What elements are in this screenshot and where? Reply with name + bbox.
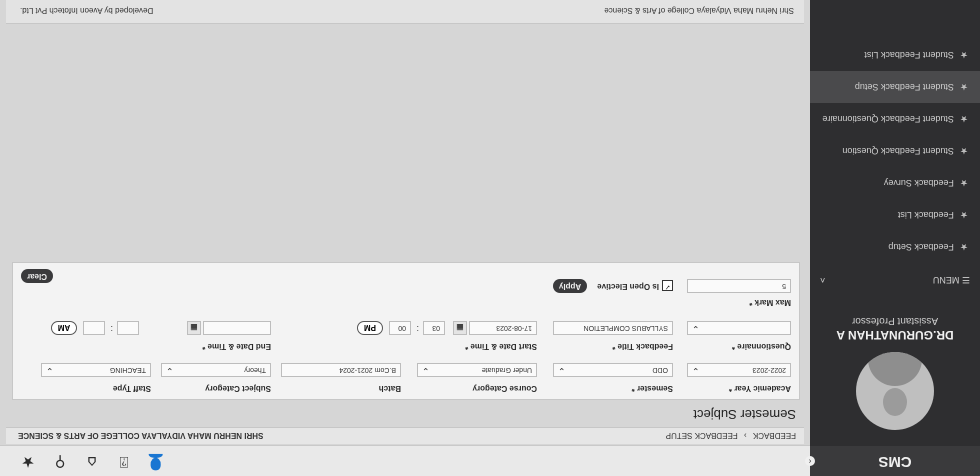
start-date-time-label: Start Date & Time *	[465, 342, 537, 351]
app-title: CMS	[810, 446, 980, 476]
sidebar-item-feedback-survey[interactable]: ★ Feedback Survey	[810, 167, 980, 199]
feedback-title-label: Feedback Title *	[612, 342, 673, 351]
sidebar-item-feedback-setup[interactable]: ★ Feedback Setup	[810, 231, 980, 263]
course-category-label: Course Category	[472, 384, 537, 393]
semester-label: Semester *	[631, 384, 673, 393]
breadcrumb-item[interactable]: FEEDBACK	[753, 431, 796, 440]
star-icon: ★	[959, 242, 968, 253]
staff-type-select[interactable]: TEACHING	[41, 363, 151, 377]
max-mark-input[interactable]: 5	[687, 279, 791, 293]
menu-header[interactable]: ☰ MENU ˄	[810, 271, 980, 289]
search-icon[interactable]: ⚲	[50, 452, 70, 472]
star-icon: ★	[959, 82, 968, 93]
questionnaire-select[interactable]	[687, 321, 791, 335]
page-title: Semester Subject	[693, 407, 796, 422]
questionnaire-label: Questionnaire *	[731, 342, 791, 351]
star-icon: ★	[959, 146, 968, 157]
college-name: SHRI NEHRU MAHA VIDYALAYA COLLEGE OF ART…	[18, 431, 264, 440]
start-date-input[interactable]: 17-08-2023	[469, 321, 537, 335]
end-date-time-label: End Date & Time *	[202, 342, 271, 351]
form-card: Academic Year * 2022-2023 Semester * ODD…	[12, 262, 800, 400]
user-role: Assistant Professor	[851, 315, 939, 326]
start-ampm-toggle[interactable]: PM	[357, 321, 383, 335]
user-name: DR.GURUNATHAN A	[836, 328, 954, 342]
end-date-input[interactable]	[203, 321, 271, 335]
breadcrumb-item[interactable]: FEEDBACK SETUP	[666, 431, 738, 440]
batch-input[interactable]: B.Com 2021-2024	[281, 363, 401, 377]
end-minute-input[interactable]	[83, 321, 105, 335]
sidebar-item-label: Student Feedback Questionnaire	[822, 114, 954, 124]
sidebar-item-student-feedback-list[interactable]: ★ Student Feedback List	[810, 39, 980, 71]
footer: Shri Nehru Maha Vidyalaya College of Art…	[6, 0, 804, 24]
apply-button[interactable]: Apply	[553, 279, 587, 293]
star-icon: ★	[959, 50, 968, 61]
sidebar-item-label: Student Feedback List	[864, 50, 954, 60]
star-icon[interactable]: ★	[18, 452, 38, 472]
time-separator: :	[416, 324, 419, 334]
course-category-select[interactable]: Under Graduate	[417, 363, 537, 377]
sidebar-item-label: Feedback Setup	[888, 242, 954, 252]
home-icon[interactable]: ⌂	[82, 452, 102, 472]
open-elective-checkbox[interactable]: ✓	[662, 280, 673, 291]
avatar	[856, 352, 934, 430]
menu-icon: ☰	[961, 275, 970, 286]
semester-select[interactable]: ODD	[553, 363, 673, 377]
star-icon: ★	[959, 210, 968, 221]
end-ampm-toggle[interactable]: AM	[51, 321, 77, 335]
start-minute-input[interactable]: 00	[389, 321, 411, 335]
menu-label: MENU	[932, 275, 960, 286]
sidebar: CMS ‹ DR.GURUNATHAN A Assistant Professo…	[805, 0, 980, 476]
max-mark-label: Max Mark *	[749, 298, 791, 307]
bell-icon[interactable]: ⍰	[114, 452, 134, 472]
calendar-icon[interactable]: ▦	[187, 321, 201, 335]
sidebar-item-label: Feedback Survey	[883, 178, 954, 188]
sidebar-item-student-feedback-question[interactable]: ★ Student Feedback Question	[810, 135, 980, 167]
sidebar-item-label: Student Feedback Question	[842, 146, 954, 156]
academic-year-label: Academic Year *	[728, 384, 791, 393]
subject-category-select[interactable]: Theory	[161, 363, 271, 377]
star-icon: ★	[959, 114, 968, 125]
end-hour-input[interactable]	[117, 321, 139, 335]
footer-college: Shri Nehru Maha Vidyalaya College of Art…	[604, 6, 794, 15]
start-hour-input[interactable]: 03	[423, 321, 445, 335]
sidebar-item-label: Student Feedback Setup	[854, 82, 954, 92]
sidebar-item-student-feedback-questionnaire[interactable]: ★ Student Feedback Questionnaire	[810, 103, 980, 135]
breadcrumb-separator: ›	[743, 431, 747, 440]
subject-category-label: Subject Category	[205, 384, 271, 393]
sidebar-item-feedback-list[interactable]: ★ Feedback List	[810, 199, 980, 231]
feedback-title-input[interactable]: SYLLABUS COMPLETION	[553, 321, 673, 335]
user-icon[interactable]: 👤	[146, 452, 166, 472]
main-content: FEEDBACK › FEEDBACK SETUP SHRI NEHRU MAH…	[6, 0, 804, 444]
footer-developer: Developed by Aveon Infotech Pvt Ltd.	[20, 6, 154, 15]
collapse-sidebar-icon[interactable]: ‹	[805, 456, 815, 466]
staff-type-label: Staff Type	[112, 384, 151, 393]
star-icon: ★	[959, 178, 968, 189]
calendar-icon[interactable]: ▦	[453, 321, 467, 335]
time-separator: :	[110, 324, 113, 334]
breadcrumb: FEEDBACK › FEEDBACK SETUP SHRI NEHRU MAH…	[6, 427, 804, 444]
chevron-up-icon: ˄	[820, 275, 826, 285]
sidebar-item-student-feedback-setup[interactable]: ★ Student Feedback Setup	[810, 71, 980, 103]
batch-label: Batch	[378, 384, 401, 393]
academic-year-select[interactable]: 2022-2023	[687, 363, 791, 377]
sidebar-item-label: Feedback List	[897, 210, 954, 220]
open-elective-label: Is Open Elective	[597, 282, 659, 291]
clear-button[interactable]: Clear	[21, 269, 53, 283]
